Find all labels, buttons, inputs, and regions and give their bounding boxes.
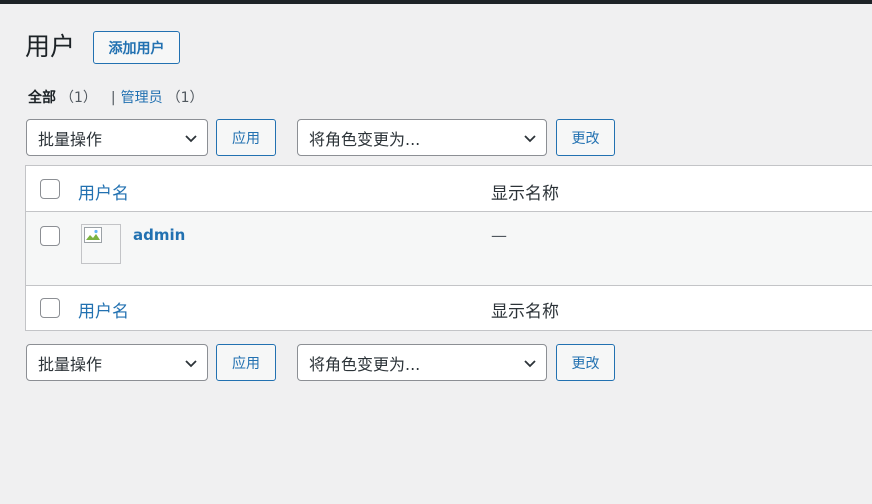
change-role-button-top[interactable]: 更改 bbox=[556, 119, 615, 156]
filter-administrator-link[interactable]: 管理员 bbox=[121, 88, 163, 108]
row-checkbox[interactable] bbox=[40, 226, 60, 246]
column-username-sort-footer[interactable]: 用户名 bbox=[78, 297, 129, 322]
column-display-name-footer: 显示名称 bbox=[491, 302, 559, 322]
column-display-name: 显示名称 bbox=[491, 184, 559, 204]
select-all-checkbox-footer[interactable] bbox=[40, 298, 60, 318]
chevron-down-icon bbox=[185, 360, 197, 368]
change-role-select-top[interactable]: 将角色变更为... bbox=[297, 119, 547, 156]
user-role-filter: 全部 （1） | 管理员 （1） bbox=[28, 88, 204, 108]
filter-all-label[interactable]: 全部 bbox=[28, 88, 56, 108]
filter-separator: | bbox=[110, 90, 116, 106]
admin-bar bbox=[0, 0, 872, 4]
bulk-actions-selected: 批量操作 bbox=[38, 129, 103, 149]
change-role-selected: 将角色变更为... bbox=[309, 129, 421, 149]
apply-button-bottom[interactable]: 应用 bbox=[216, 344, 276, 381]
table-footer-row: 用户名 显示名称 bbox=[26, 285, 872, 330]
users-table: 用户名 显示名称 admin — 用户名 显示名称 bbox=[25, 165, 872, 331]
chevron-down-icon bbox=[185, 135, 197, 143]
bulk-actions-selected-bottom: 批量操作 bbox=[38, 354, 103, 374]
username-link[interactable]: admin bbox=[133, 226, 185, 244]
change-role-select-bottom[interactable]: 将角色变更为... bbox=[297, 344, 547, 381]
bulk-actions-select-bottom[interactable]: 批量操作 bbox=[26, 344, 208, 381]
filter-administrator-count: （1） bbox=[166, 90, 204, 106]
broken-image-icon bbox=[84, 227, 102, 243]
bulk-actions-select-top[interactable]: 批量操作 bbox=[26, 119, 208, 156]
display-name-value: — bbox=[491, 226, 507, 245]
table-header-row: 用户名 显示名称 bbox=[26, 166, 872, 212]
change-role-button-bottom[interactable]: 更改 bbox=[556, 344, 615, 381]
page-title: 用户 bbox=[25, 32, 76, 61]
apply-button-top[interactable]: 应用 bbox=[216, 119, 276, 156]
table-row: admin — bbox=[26, 212, 872, 285]
change-role-selected-bottom: 将角色变更为... bbox=[309, 354, 421, 374]
select-all-checkbox[interactable] bbox=[40, 179, 60, 199]
chevron-down-icon bbox=[524, 135, 536, 143]
filter-all-count: （1） bbox=[60, 90, 97, 106]
chevron-down-icon bbox=[524, 360, 536, 368]
column-username-sort[interactable]: 用户名 bbox=[78, 179, 129, 204]
add-new-user-button[interactable]: 添加用户 bbox=[93, 31, 180, 64]
avatar bbox=[81, 224, 121, 264]
